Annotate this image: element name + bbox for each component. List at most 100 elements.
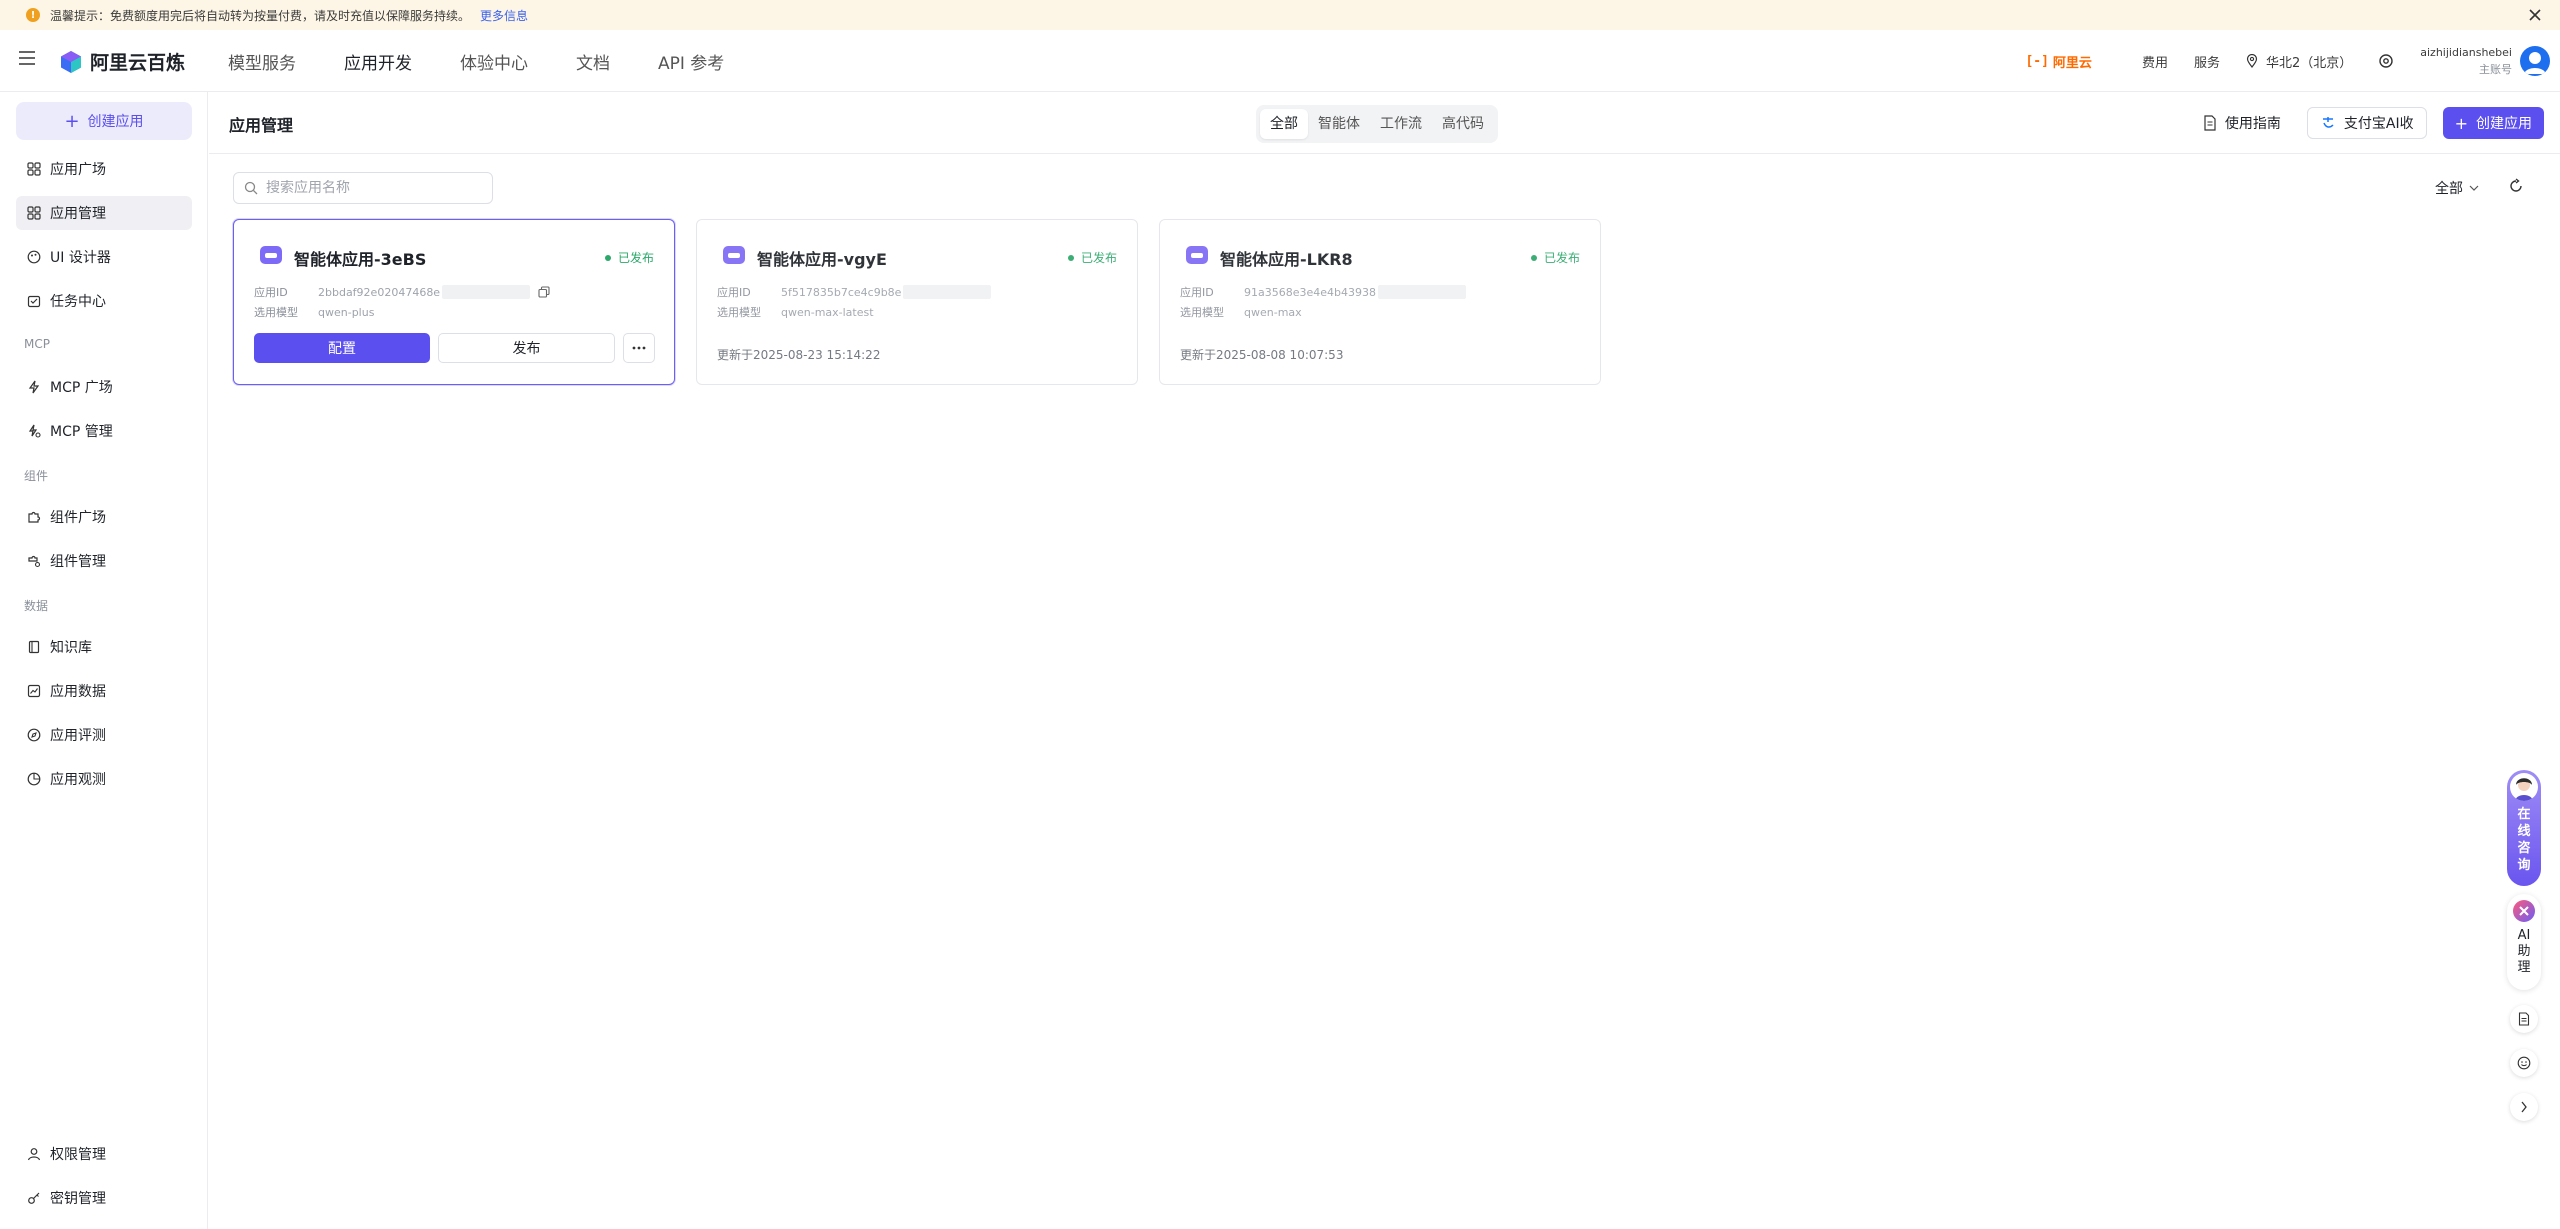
- close-icon[interactable]: [2526, 6, 2544, 24]
- sidebar: + 创建应用 应用广场 应用管理 UI 设计器 任务中心 MCP MCP 广场 …: [0, 92, 208, 1229]
- top-nav: 模型服务 应用开发 体验中心 文档 API 参考: [228, 30, 772, 92]
- create-app-button[interactable]: + 创建应用: [2442, 107, 2544, 139]
- top-header: 阿里云百炼 模型服务 应用开发 体验中心 文档 API 参考 [-] 阿里云 费…: [0, 30, 2560, 92]
- logo-text: 阿里云百炼: [90, 52, 186, 74]
- service-link[interactable]: 服务: [2194, 52, 2220, 71]
- notice-bar: ! 温馨提示：免费额度用完后将自动转为按量付费，请及时充值以保障服务持续。 更多…: [0, 0, 2560, 30]
- sidebar-item-task-center[interactable]: 任务中心: [16, 284, 192, 318]
- nav-docs[interactable]: 文档: [576, 49, 610, 74]
- sidebar-item-mcp-square[interactable]: MCP 广场: [16, 370, 192, 404]
- sidebar-item-app-evaluation[interactable]: 应用评测: [16, 718, 192, 752]
- sidebar-item-app-square[interactable]: 应用广场: [16, 152, 192, 186]
- lightning-gear-icon: [26, 423, 42, 439]
- bailian-logo-icon: [60, 50, 82, 74]
- sidebar-item-mcp-management[interactable]: MCP 管理: [16, 414, 192, 448]
- model-row: 选用模型 qwen-plus: [254, 305, 375, 320]
- sidebar-group-component: 组件: [24, 469, 49, 483]
- app-id-row: 应用ID 91a3568e3e4e4b43938: [1180, 284, 1467, 300]
- tab-workflow[interactable]: 工作流: [1370, 109, 1432, 139]
- document-icon: [2518, 1012, 2530, 1026]
- status-badge: 已发布: [604, 249, 654, 266]
- app-card-title: 智能体应用-vgyE: [757, 250, 887, 269]
- tab-agent[interactable]: 智能体: [1308, 109, 1370, 139]
- plus-icon: +: [64, 110, 80, 132]
- tab-all[interactable]: 全部: [1260, 109, 1308, 139]
- type-tabs: 全部 智能体 工作流 高代码: [1256, 105, 1498, 143]
- account-info[interactable]: aizhijidianshebei 主账号: [2420, 44, 2512, 78]
- plus-icon: +: [2454, 113, 2468, 133]
- aliyun-logo-icon: [-]: [2025, 53, 2049, 69]
- more-options-icon[interactable]: [623, 333, 655, 363]
- feedback-float-button[interactable]: [2510, 1049, 2538, 1077]
- app-card[interactable]: 智能体应用-vgyE 已发布 应用ID 5f517835b7ce4c9b8e 选…: [696, 219, 1138, 385]
- lightning-icon: [26, 379, 42, 395]
- app-card[interactable]: 智能体应用-3eBS 已发布 应用ID 2bbdaf92e02047468e 选…: [233, 219, 675, 385]
- main-content: 应用管理 全部 智能体 工作流 高代码 使用指南 支付宝AI收 + 创建应用 搜…: [209, 92, 2560, 1229]
- sidebar-item-app-observation[interactable]: 应用观测: [16, 762, 192, 796]
- nav-api-reference[interactable]: API 参考: [658, 49, 724, 74]
- agent-app-icon: [1186, 246, 1208, 264]
- updated-time: 更新于2025-08-23 15:14:22: [717, 348, 881, 362]
- nav-app-development[interactable]: 应用开发: [344, 49, 412, 74]
- online-consult-button[interactable]: 在线咨询: [2507, 770, 2541, 886]
- copy-icon[interactable]: [538, 286, 550, 298]
- sidebar-create-app-button[interactable]: + 创建应用: [16, 102, 192, 140]
- compass-icon: [26, 727, 42, 743]
- location-icon: [2246, 54, 2258, 68]
- grid-icon: [26, 161, 42, 177]
- sidebar-item-permission-management[interactable]: 权限管理: [16, 1137, 192, 1171]
- avatar[interactable]: [2520, 46, 2550, 76]
- task-icon: [26, 293, 42, 309]
- alipay-ai-button[interactable]: 支付宝AI收: [2306, 107, 2427, 139]
- nav-model-service[interactable]: 模型服务: [228, 49, 296, 74]
- account-name: aizhijidianshebei: [2420, 46, 2512, 59]
- sidebar-item-component-square[interactable]: 组件广场: [16, 500, 192, 534]
- notice-more-link[interactable]: 更多信息: [480, 7, 528, 24]
- aliyun-link[interactable]: [-] 阿里云: [2025, 52, 2092, 71]
- sidebar-item-knowledge-base[interactable]: 知识库: [16, 630, 192, 664]
- masked-id: [903, 285, 992, 299]
- app-card-list: 智能体应用-3eBS 已发布 应用ID 2bbdaf92e02047468e 选…: [233, 219, 1622, 385]
- notice-text: 温馨提示：免费额度用完后将自动转为按量付费，请及时充值以保障服务持续。: [50, 8, 471, 23]
- smile-icon: [2517, 1056, 2531, 1070]
- app-card[interactable]: 智能体应用-LKR8 已发布 应用ID 91a3568e3e4e4b43938 …: [1159, 219, 1601, 385]
- refresh-icon[interactable]: [2508, 178, 2524, 194]
- masked-id: [442, 285, 531, 299]
- document-float-button[interactable]: [2510, 1005, 2538, 1033]
- hamburger-menu-icon[interactable]: [18, 51, 36, 65]
- ai-assistant-icon: [2513, 900, 2535, 922]
- gear-icon[interactable]: [2378, 53, 2394, 69]
- region-selector[interactable]: 华北2（北京）: [2246, 52, 2352, 71]
- sidebar-item-app-data[interactable]: 应用数据: [16, 674, 192, 708]
- sidebar-item-component-management[interactable]: 组件管理: [16, 544, 192, 578]
- ai-assistant-button[interactable]: AI助理: [2507, 894, 2541, 990]
- nav-experience-center[interactable]: 体验中心: [460, 49, 528, 74]
- grid-icon: [26, 205, 42, 221]
- chevron-down-icon: [2469, 185, 2479, 191]
- collapse-float-button[interactable]: [2510, 1093, 2538, 1121]
- app-card-title: 智能体应用-LKR8: [1220, 250, 1353, 269]
- sidebar-item-app-management[interactable]: 应用管理: [16, 196, 192, 230]
- user-icon: [26, 1146, 42, 1162]
- model-value: qwen-plus: [318, 305, 375, 319]
- logo[interactable]: 阿里云百炼: [60, 48, 185, 75]
- puzzle-icon: [26, 509, 42, 525]
- sidebar-group-data: 数据: [24, 599, 49, 613]
- sidebar-item-ui-designer[interactable]: UI 设计器: [16, 240, 192, 274]
- search-box: [233, 172, 493, 204]
- main-header: 应用管理 全部 智能体 工作流 高代码 使用指南 支付宝AI收 + 创建应用: [209, 92, 2560, 154]
- usage-guide-link[interactable]: 使用指南: [2203, 113, 2281, 133]
- header-actions: 使用指南 支付宝AI收 + 创建应用: [2203, 107, 2544, 139]
- ai-assistant-label: AI助理: [2517, 928, 2531, 975]
- status-filter-dropdown[interactable]: 全部: [2435, 178, 2479, 198]
- app-id-value: 91a3568e3e4e4b43938: [1244, 285, 1377, 299]
- sidebar-item-key-management[interactable]: 密钥管理: [16, 1181, 192, 1215]
- cost-link[interactable]: 费用: [2142, 52, 2168, 71]
- model-value: qwen-max-latest: [781, 305, 874, 319]
- config-button[interactable]: 配置: [254, 333, 430, 363]
- search-input[interactable]: [266, 180, 476, 196]
- warning-icon: !: [26, 8, 40, 22]
- app-id-value: 2bbdaf92e02047468e: [318, 285, 441, 299]
- publish-button[interactable]: 发布: [438, 333, 615, 363]
- tab-high-code[interactable]: 高代码: [1432, 109, 1494, 139]
